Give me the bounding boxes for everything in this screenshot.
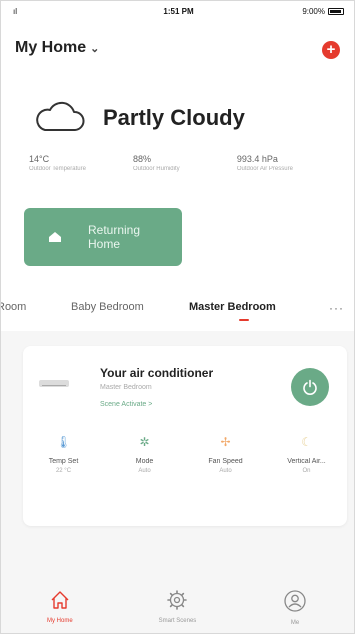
stat-label: Outdoor Air Pressure bbox=[236, 166, 293, 172]
signal-icon: ıl bbox=[13, 7, 17, 16]
gear-icon bbox=[167, 590, 188, 610]
air-conditioner-icon bbox=[39, 380, 69, 387]
home-title: My Home bbox=[15, 39, 87, 56]
stat-humidity: 88% Outdoor Humidity bbox=[133, 154, 237, 172]
stat-label: Outdoor Temperature bbox=[29, 166, 86, 172]
nav-label: My Home bbox=[46, 618, 73, 624]
control-value: Auto bbox=[138, 468, 151, 474]
chevron-down-icon: ⌄ bbox=[90, 42, 100, 55]
profile-icon bbox=[284, 590, 306, 612]
stat-label: Outdoor Humidity bbox=[132, 166, 180, 172]
control-value: Auto bbox=[219, 468, 232, 474]
status-bar: ıl 1:51 PM 9:00% bbox=[13, 7, 344, 19]
weather-stats: 14°C Outdoor Temperature 88% Outdoor Hum… bbox=[29, 154, 344, 172]
weather-summary: Partly Cloudy bbox=[31, 93, 340, 143]
power-icon bbox=[303, 379, 317, 395]
stat-pressure: 993.4 hPa Outdoor Air Pressure bbox=[237, 154, 341, 172]
active-tab-indicator bbox=[239, 319, 249, 321]
nav-label: Smart Scenes bbox=[158, 618, 197, 624]
device-room: Master Bedroom bbox=[100, 384, 152, 391]
tab-baby-bedroom[interactable]: Baby Bedroom bbox=[71, 301, 144, 313]
nav-me[interactable]: Me bbox=[236, 581, 354, 633]
control-value: 22 °C bbox=[55, 468, 72, 474]
more-rooms-icon[interactable]: ··· bbox=[329, 301, 344, 315]
nav-my-home[interactable]: My Home bbox=[1, 581, 119, 633]
stat-value: 14°C bbox=[29, 154, 50, 164]
stat-value: 993.4 hPa bbox=[236, 154, 278, 164]
status-time: 1:51 PM bbox=[163, 7, 194, 16]
thermometer-icon: 🌡︎ bbox=[55, 435, 72, 449]
home-scene-icon bbox=[49, 232, 61, 242]
nav-label: Me bbox=[290, 620, 300, 626]
nav-smart-scenes[interactable]: Smart Scenes bbox=[119, 581, 237, 633]
battery-percent: 9:00% bbox=[302, 7, 325, 16]
device-name: Your air conditioner bbox=[100, 366, 214, 380]
home-icon bbox=[51, 591, 69, 609]
battery-icon bbox=[328, 8, 344, 15]
scene-returning-home-button[interactable]: Returning Home bbox=[24, 208, 182, 266]
control-name: Temp Set bbox=[48, 458, 79, 465]
control-name: Vertical Air... bbox=[287, 458, 326, 465]
control-name: Fan Speed bbox=[208, 458, 243, 465]
device-action-link[interactable]: Scene Activate > bbox=[100, 401, 152, 408]
home-selector[interactable]: My Home ⌄ bbox=[15, 39, 99, 57]
control-mode[interactable]: ✲ Mode Auto bbox=[104, 434, 185, 474]
add-device-button[interactable]: + bbox=[322, 41, 340, 59]
power-button[interactable] bbox=[291, 368, 329, 406]
fan-icon: ✢ bbox=[220, 435, 231, 449]
control-temp-set[interactable]: 🌡︎ Temp Set 22 °C bbox=[23, 434, 104, 474]
app-screen: ıl 1:51 PM 9:00% My Home ⌄ + Partly Clou… bbox=[0, 0, 355, 634]
control-fan-speed[interactable]: ✢ Fan Speed Auto bbox=[185, 434, 266, 474]
swing-icon: ☾ bbox=[301, 435, 312, 449]
control-name: Mode bbox=[135, 458, 154, 465]
weather-condition: Partly Cloudy bbox=[103, 105, 245, 130]
battery-indicator: 9:00% bbox=[302, 7, 344, 16]
bottom-nav: My Home Smart Scenes Me bbox=[1, 581, 354, 633]
tab-master-bedroom[interactable]: Master Bedroom bbox=[189, 301, 276, 313]
gear-icon: ✲ bbox=[139, 435, 150, 449]
device-card[interactable]: Your air conditioner Master Bedroom Scen… bbox=[23, 346, 347, 526]
tab-room[interactable]: Room bbox=[1, 301, 26, 313]
control-vertical-air[interactable]: ☾ Vertical Air... On bbox=[266, 434, 347, 474]
stat-value: 88% bbox=[132, 154, 151, 164]
scene-label: Returning Home bbox=[88, 223, 141, 251]
home-header: My Home ⌄ + bbox=[15, 39, 340, 61]
stat-temperature: 14°C Outdoor Temperature bbox=[29, 154, 133, 172]
room-tabs: Room Baby Bedroom Master Bedroom ··· bbox=[1, 301, 354, 323]
control-value: On bbox=[302, 468, 311, 474]
cloud-icon bbox=[36, 101, 85, 131]
device-controls: 🌡︎ Temp Set 22 °C ✲ Mode Auto ✢ Fan Spee… bbox=[23, 434, 347, 474]
